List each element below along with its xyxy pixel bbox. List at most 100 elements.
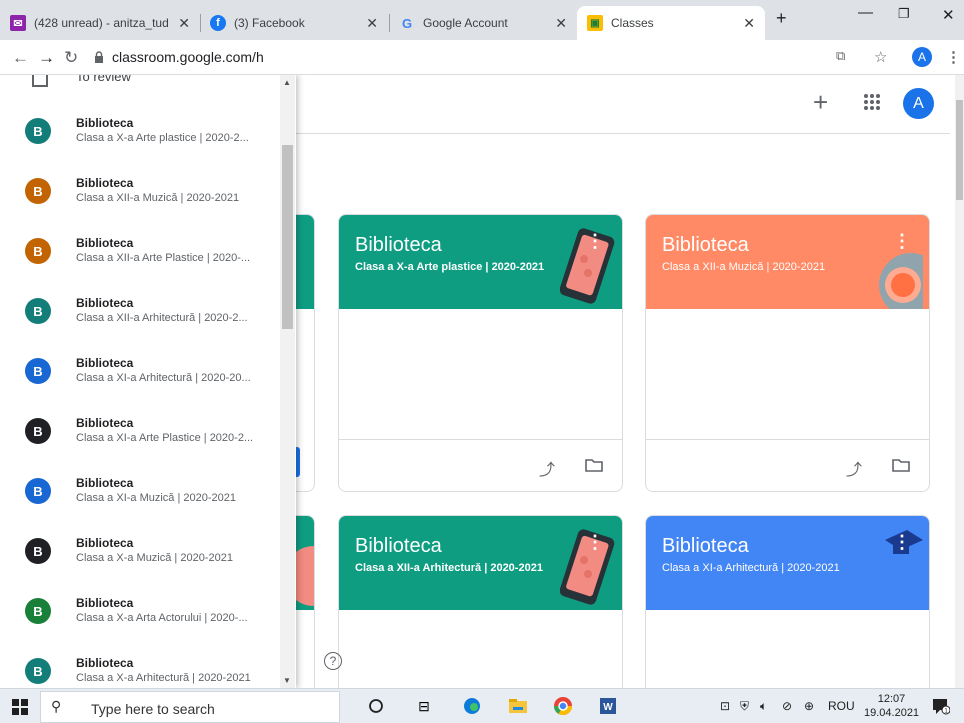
- add-class-button[interactable]: +: [813, 87, 828, 118]
- task-view-icon[interactable]: ⊟: [414, 696, 434, 716]
- tab-facebook[interactable]: f (3) Facebook ✕: [200, 6, 388, 40]
- class-card[interactable]: Biblioteca Clasa a XII-a Muzică | 2020-2…: [645, 214, 930, 492]
- gmail-icon: ✉: [10, 15, 26, 31]
- class-avatar: B: [25, 238, 51, 264]
- scrollbar-thumb[interactable]: [282, 145, 293, 329]
- sidebar-class-item[interactable]: B Biblioteca Clasa a X-a Arte plastice |…: [0, 101, 280, 161]
- scrollbar-thumb[interactable]: [956, 100, 963, 200]
- close-tab-icon[interactable]: ✕: [366, 15, 378, 32]
- address-bar: ← → ↻ classroom.google.com/h ⧉ ☆ A ⋮: [0, 40, 964, 75]
- close-window-icon[interactable]: ✕: [942, 6, 955, 24]
- class-section: Clasa a XI-a Arhitectură | 2020-20...: [76, 372, 251, 384]
- trending-icon[interactable]: ⤴: [846, 456, 862, 480]
- sidebar-class-item[interactable]: B Biblioteca Clasa a X-a Arta Actorului …: [0, 581, 280, 641]
- trending-icon[interactable]: ⤴: [539, 456, 555, 480]
- navigation-drawer: To review B Biblioteca Clasa a X-a Arte …: [0, 75, 296, 688]
- card-more-icon[interactable]: ⋮: [893, 231, 911, 252]
- sidebar-class-item[interactable]: B Biblioteca Clasa a XI-a Arhitectură | …: [0, 341, 280, 401]
- class-name: Biblioteca: [76, 236, 134, 250]
- card-more-icon[interactable]: ⋮: [893, 532, 911, 553]
- sidebar-class-item[interactable]: B Biblioteca Clasa a XI-a Arte Plastice …: [0, 401, 280, 461]
- class-name: Biblioteca: [76, 536, 134, 550]
- reload-icon[interactable]: ↻: [64, 48, 78, 68]
- clock[interactable]: 12:07 19.04.2021: [864, 692, 919, 720]
- close-tab-icon[interactable]: ✕: [178, 15, 190, 32]
- url-input[interactable]: classroom.google.com/h: [112, 49, 264, 65]
- classroom-page: + A Biblioteca Clasa a X-a Arte plastice…: [0, 75, 964, 688]
- card-banner: Biblioteca Clasa a XII-a Arhitectură | 2…: [339, 516, 622, 610]
- class-section: Clasa a XII-a Muzică | 2020-2021: [76, 192, 240, 204]
- card-footer: ⤴: [646, 439, 929, 491]
- scroll-down-icon[interactable]: ▼: [283, 676, 291, 685]
- class-avatar: B: [25, 418, 51, 444]
- taskbar-search-box[interactable]: ⚲ Type here to search: [40, 691, 340, 723]
- card-more-icon[interactable]: ⋮: [586, 532, 604, 553]
- classroom-icon: ▣: [587, 15, 603, 31]
- class-avatar: B: [25, 358, 51, 384]
- apps-grid-icon[interactable]: [864, 94, 880, 110]
- file-explorer-icon[interactable]: [508, 696, 528, 716]
- sync-icon[interactable]: ⊘: [782, 699, 792, 713]
- card-more-icon[interactable]: ⋮: [586, 231, 604, 252]
- edge-icon[interactable]: [462, 696, 482, 716]
- close-tab-icon[interactable]: ✕: [555, 15, 567, 32]
- class-avatar: B: [25, 118, 51, 144]
- sidebar-class-item[interactable]: B Biblioteca Clasa a X-a Arhitectură | 2…: [0, 641, 280, 688]
- card-banner: Biblioteca Clasa a X-a Arte plastice | 2…: [339, 215, 622, 309]
- language-indicator[interactable]: ROU: [828, 699, 855, 713]
- notification-icon[interactable]: 1: [932, 697, 950, 715]
- taskbar: ⚲ Type here to search ⊟ W ⊡ ⛨ 🔈︎ ⊘ ⊕ ROU…: [0, 688, 964, 723]
- page-scrollbar[interactable]: [955, 75, 964, 688]
- account-avatar[interactable]: A: [903, 88, 934, 119]
- sidebar-class-item[interactable]: B Biblioteca Clasa a XII-a Arhitectură |…: [0, 281, 280, 341]
- chrome-icon[interactable]: [553, 696, 573, 716]
- clock-date: 19.04.2021: [864, 707, 920, 719]
- folder-icon[interactable]: [892, 458, 910, 472]
- tab-classes[interactable]: ▣ Classes ✕: [577, 6, 765, 40]
- tab-title: Google Account: [423, 16, 508, 30]
- class-section: Clasa a XII-a Arte Plastice | 2020-...: [76, 252, 251, 264]
- class-card[interactable]: Biblioteca Clasa a XI-a Arhitectură | 20…: [645, 515, 930, 688]
- star-icon[interactable]: ☆: [874, 48, 887, 66]
- scroll-up-icon[interactable]: ▲: [283, 78, 291, 87]
- help-icon[interactable]: ?: [324, 652, 342, 670]
- class-card[interactable]: Biblioteca Clasa a XII-a Arhitectură | 2…: [338, 515, 623, 688]
- to-review-icon: [32, 75, 48, 87]
- browser-tab-strip: ✉ (428 unread) - anitza_tud ✕ f (3) Face…: [0, 0, 964, 40]
- folder-icon[interactable]: [585, 458, 603, 472]
- forward-icon[interactable]: →: [38, 48, 55, 68]
- class-section: Clasa a X-a Arte plastice | 2020-2...: [76, 132, 249, 144]
- new-tab-button[interactable]: +: [776, 8, 787, 29]
- sidebar-class-item[interactable]: B Biblioteca Clasa a XII-a Muzică | 2020…: [0, 161, 280, 221]
- sidebar-class-item[interactable]: B Biblioteca Clasa a XI-a Muzică | 2020-…: [0, 461, 280, 521]
- network-icon[interactable]: ⊡: [720, 699, 730, 713]
- cortana-icon[interactable]: [366, 696, 386, 716]
- clock-time: 12:07: [877, 693, 906, 705]
- class-avatar: B: [25, 478, 51, 504]
- security-icon[interactable]: ⛨: [740, 699, 749, 714]
- windows-start-icon[interactable]: [12, 699, 28, 715]
- profile-avatar[interactable]: A: [912, 47, 932, 67]
- back-icon[interactable]: ←: [12, 48, 29, 68]
- minimize-icon[interactable]: —: [858, 4, 873, 21]
- tab-google-account[interactable]: G Google Account ✕: [389, 6, 577, 40]
- card-footer: ⤴: [339, 439, 622, 491]
- class-name: Biblioteca: [76, 416, 134, 430]
- card-banner: Biblioteca Clasa a XI-a Arhitectură | 20…: [646, 516, 929, 610]
- ime-icon[interactable]: ⊕: [804, 699, 814, 713]
- menu-icon[interactable]: ⋮: [946, 48, 961, 66]
- translate-icon[interactable]: ⧉: [836, 48, 845, 64]
- close-tab-icon[interactable]: ✕: [743, 15, 755, 32]
- tab-gmail[interactable]: ✉ (428 unread) - anitza_tud ✕: [0, 6, 200, 40]
- class-card[interactable]: Biblioteca Clasa a X-a Arte plastice | 2…: [338, 214, 623, 492]
- word-icon[interactable]: W: [598, 696, 618, 716]
- class-name: Biblioteca: [76, 476, 134, 490]
- class-section: Clasa a X-a Muzică | 2020-2021: [76, 552, 233, 564]
- restore-icon[interactable]: ❐: [898, 6, 910, 22]
- volume-icon[interactable]: 🔈︎: [760, 699, 767, 714]
- tab-title: Classes: [611, 16, 654, 30]
- sidebar-class-item[interactable]: B Biblioteca Clasa a X-a Muzică | 2020-2…: [0, 521, 280, 581]
- class-avatar: B: [25, 658, 51, 684]
- sidebar-scrollbar[interactable]: ▲ ▼: [280, 75, 295, 688]
- sidebar-class-item[interactable]: B Biblioteca Clasa a XII-a Arte Plastice…: [0, 221, 280, 281]
